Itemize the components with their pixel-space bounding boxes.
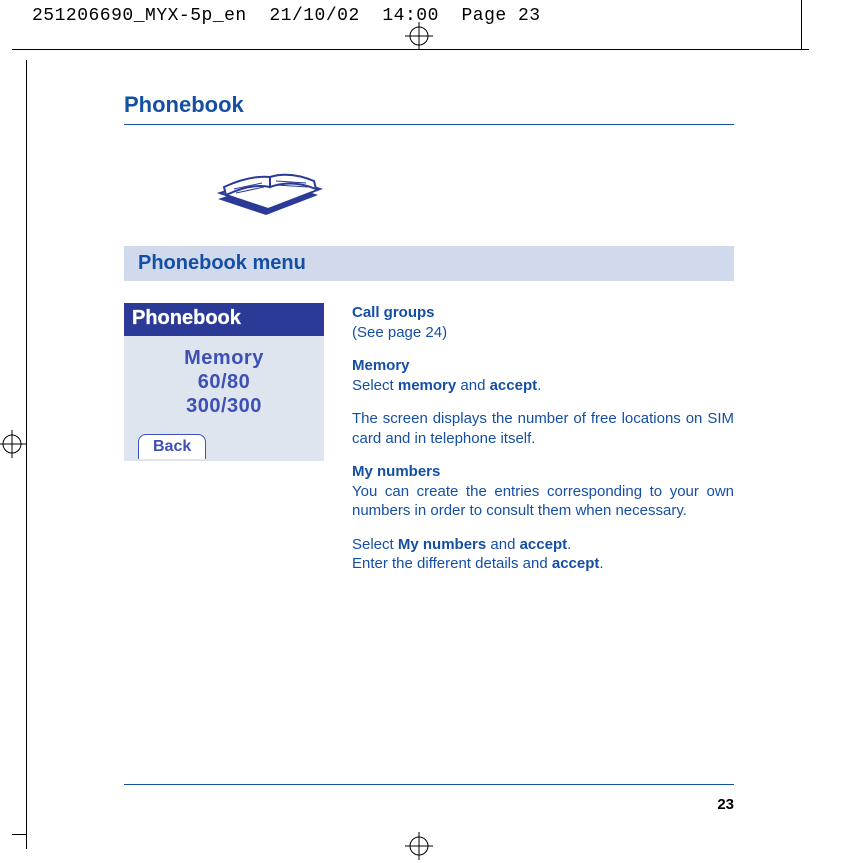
body-text: Call groups (See page 24) Memory Select …: [352, 303, 734, 574]
registration-mark-icon: [405, 832, 433, 860]
phone-screen-line: 300/300: [124, 394, 324, 418]
open-book-icon: [210, 153, 734, 228]
page-title: Phonebook: [124, 92, 734, 118]
call-groups-ref: (See page 24): [352, 324, 447, 341]
phone-softkey-back: Back: [138, 434, 206, 459]
call-groups-heading: Call groups: [352, 303, 734, 323]
prepress-imprint: 251206690_MYX-5p_en 21/10/02 14:00 Page …: [32, 6, 541, 26]
phone-screen-title: Phonebook: [124, 303, 324, 336]
phone-screen-line: Memory: [124, 346, 324, 370]
section-heading: Phonebook menu: [124, 246, 734, 281]
phone-screen-mock: Phonebook Memory 60/80 300/300 Back: [124, 303, 324, 461]
memory-desc: The screen displays the number of free l…: [352, 409, 734, 448]
my-numbers-desc: You can create the entries corresponding…: [352, 482, 734, 521]
imprint-time: 14:00: [382, 6, 439, 26]
memory-heading: Memory: [352, 356, 734, 376]
footer-rule: [124, 784, 734, 785]
imprint-page: Page 23: [462, 6, 541, 26]
title-rule: [124, 124, 734, 125]
page-number: 23: [124, 796, 734, 813]
phone-screen-line: 60/80: [124, 370, 324, 394]
imprint-date: 21/10/02: [269, 6, 359, 26]
registration-mark-icon: [405, 22, 433, 50]
imprint-filecode: 251206690_MYX-5p_en: [32, 6, 247, 26]
registration-mark-icon: [0, 430, 26, 458]
my-numbers-heading: My numbers: [352, 462, 734, 482]
